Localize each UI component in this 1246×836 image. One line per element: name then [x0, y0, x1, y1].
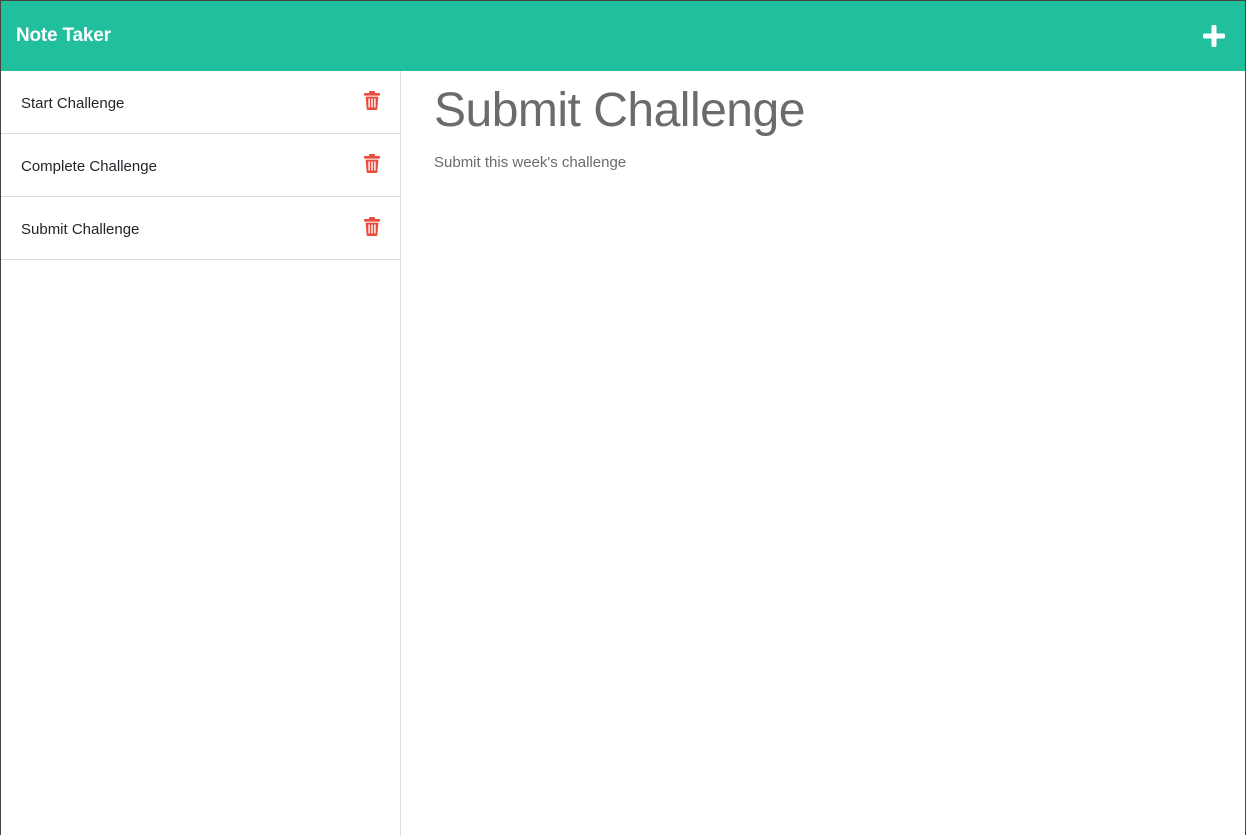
note-text[interactable]: Submit this week's challenge [434, 154, 1245, 171]
delete-note-button[interactable] [364, 154, 380, 173]
trash-icon [364, 154, 380, 173]
new-note-button[interactable] [1199, 21, 1229, 51]
note-list-item-title: Start Challenge [21, 94, 125, 112]
note-list-item[interactable]: Submit Challenge [1, 197, 400, 260]
delete-note-button[interactable] [364, 217, 380, 236]
note-list-item[interactable]: Start Challenge [1, 71, 400, 134]
note-list-item-title: Submit Challenge [21, 220, 140, 238]
note-list-item-title: Complete Challenge [21, 157, 157, 175]
note-list-item[interactable]: Complete Challenge [1, 134, 400, 197]
delete-note-button[interactable] [364, 91, 380, 110]
plus-icon [1203, 25, 1225, 47]
brand-title[interactable]: Note Taker [16, 25, 111, 47]
note-editor: Submit Challenge Submit this week's chal… [402, 71, 1245, 836]
navbar: Note Taker [1, 1, 1245, 71]
note-title[interactable]: Submit Challenge [434, 85, 1245, 137]
app-window: Note Taker Start Challenge Complete Chal… [0, 0, 1246, 836]
trash-icon [364, 91, 380, 110]
note-list: Start Challenge Complete Challenge Submi… [1, 71, 401, 836]
trash-icon [364, 217, 380, 236]
